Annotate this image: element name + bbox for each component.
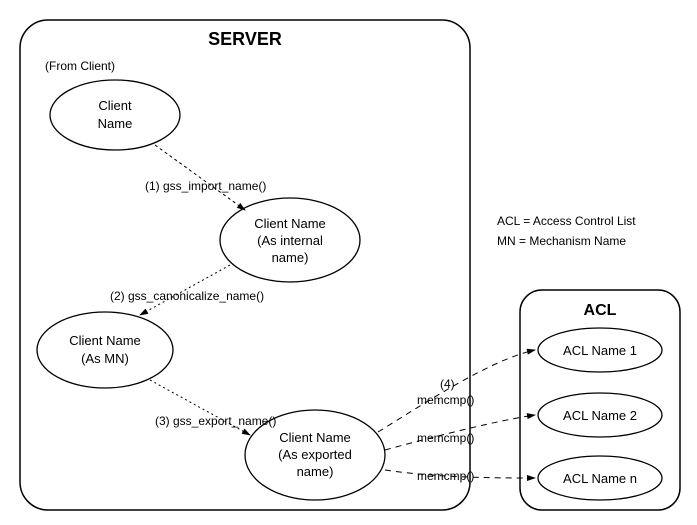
node-mn-line2: (As MN) <box>81 351 129 366</box>
acl-item-n-label: ACL Name n <box>563 471 637 486</box>
from-client-label: (From Client) <box>45 59 115 73</box>
memcmp-label-n: memcmp() <box>417 469 474 483</box>
node-mn-name <box>37 312 173 388</box>
node-internal-line2: (As internal <box>257 233 323 248</box>
arrow-memcmp-1 <box>378 350 535 432</box>
memcmp-number: (4) <box>440 377 455 391</box>
node-mn-line1: Client Name <box>69 333 141 348</box>
acl-item-1-label: ACL Name 1 <box>563 343 637 358</box>
server-box <box>20 20 470 510</box>
server-title: SERVER <box>208 29 282 49</box>
node-client-name-line2: Name <box>98 116 133 131</box>
memcmp-label-2: memcmp() <box>417 431 474 445</box>
arrow-step1 <box>155 145 245 210</box>
legend-acl: ACL = Access Control List <box>497 214 636 228</box>
step2-label: (2) gss_canonicalize_name() <box>110 289 264 303</box>
node-client-name <box>50 80 180 150</box>
step1-label: (1) gss_import_name() <box>145 179 266 193</box>
step3-label: (3) gss_export_name() <box>155 414 276 428</box>
node-internal-line1: Client Name <box>254 216 326 231</box>
node-exported-line1: Client Name <box>279 430 351 445</box>
node-client-name-line1: Client <box>98 98 132 113</box>
node-exported-line2: (As exported <box>278 447 352 462</box>
node-exported-line3: name) <box>297 464 334 479</box>
diagram-svg: SERVER (From Client) Client Name (1) gss… <box>0 0 697 525</box>
acl-title: ACL <box>584 302 617 319</box>
acl-item-2-label: ACL Name 2 <box>563 408 637 423</box>
node-internal-line3: name) <box>272 250 309 265</box>
memcmp-label-1: memcmp() <box>417 393 474 407</box>
legend-mn: MN = Mechanism Name <box>497 234 626 248</box>
